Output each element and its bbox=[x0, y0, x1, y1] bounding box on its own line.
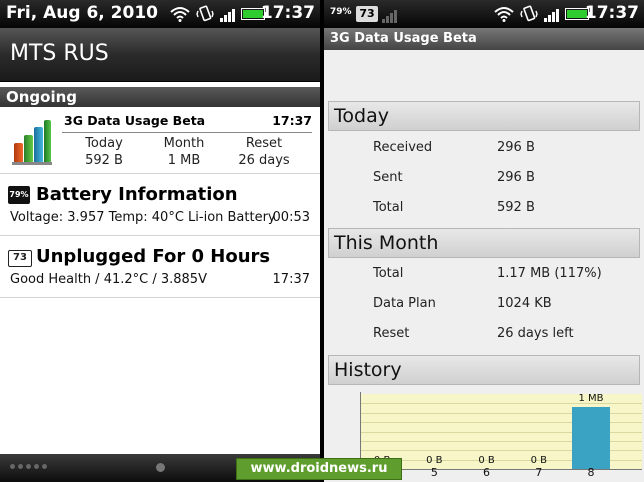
handle-dot-icon bbox=[156, 463, 165, 472]
grip-icon bbox=[10, 464, 47, 469]
divider bbox=[62, 132, 312, 133]
chart-bar bbox=[572, 406, 610, 469]
column-label: Today bbox=[85, 136, 123, 151]
bar-value-label: 0 B bbox=[530, 455, 547, 466]
battery-percent-icon: 79% bbox=[8, 186, 30, 204]
month-column: Month 1 MB bbox=[145, 135, 223, 169]
data-usage-time: 17:37 bbox=[272, 113, 312, 128]
month-row-data-plan: Data Plan 1024 KB bbox=[324, 288, 644, 318]
month-row-reset: Reset 26 days left bbox=[324, 318, 644, 348]
row-label: Reset bbox=[373, 326, 410, 341]
battery-level-icon: 73 bbox=[356, 6, 378, 22]
wifi-icon bbox=[170, 7, 190, 22]
row-value: 592 B bbox=[497, 200, 535, 215]
today-column: Today 592 B bbox=[65, 135, 143, 169]
status-time: 17:37 bbox=[260, 3, 315, 23]
unplugged-notification[interactable]: 73 Unplugged For 0 Hours Good Health / 4… bbox=[0, 236, 320, 298]
column-label: Reset bbox=[245, 136, 283, 151]
month-row-total: Total 1.17 MB (117%) bbox=[324, 258, 644, 288]
data-usage-title: 3G Data Usage Beta bbox=[64, 113, 206, 128]
column-value: 592 B bbox=[85, 153, 123, 168]
row-value: 26 days left bbox=[497, 326, 574, 341]
row-label: Data Plan bbox=[373, 296, 436, 311]
data-usage-app-screen: 79% 73 17:37 3G Data Usage Beta Today Re… bbox=[324, 0, 644, 482]
wifi-icon bbox=[494, 7, 514, 22]
battery-notification[interactable]: 79% Battery Information Voltage: 3.957 T… bbox=[0, 174, 320, 236]
row-value: 296 B bbox=[497, 140, 535, 155]
signal-icon bbox=[220, 6, 235, 22]
row-value: 1024 KB bbox=[497, 296, 552, 311]
data-usage-app-icon bbox=[12, 119, 52, 165]
status-time: 17:37 bbox=[584, 3, 639, 23]
carrier-title-bar: MTS RUS bbox=[0, 28, 320, 82]
row-label: Total bbox=[373, 266, 404, 281]
bar-value-label: 1 MB bbox=[578, 392, 604, 404]
row-value: 296 B bbox=[497, 170, 535, 185]
status-bar[interactable]: Fri, Aug 6, 2010 17:37 bbox=[0, 0, 320, 28]
row-label: Received bbox=[373, 140, 433, 155]
history-header: History bbox=[328, 355, 640, 385]
grid-line bbox=[360, 403, 642, 405]
today-row-total: Total 592 B bbox=[324, 192, 644, 222]
row-label: Total bbox=[373, 200, 404, 215]
signal-icon bbox=[544, 6, 559, 22]
today-header: Today bbox=[328, 101, 640, 131]
column-value: 26 days bbox=[238, 153, 290, 168]
battery-time: 00:53 bbox=[272, 210, 310, 225]
x-tick-label: 8 bbox=[587, 466, 595, 479]
inactive-signal-icon bbox=[382, 7, 397, 23]
bar-value-label: 0 B bbox=[478, 455, 495, 466]
unplugged-title: Unplugged For 0 Hours bbox=[36, 246, 271, 267]
app-title: 3G Data Usage Beta bbox=[324, 28, 644, 50]
ongoing-header: Ongoing bbox=[0, 87, 320, 107]
battery-title: Battery Information bbox=[36, 184, 238, 205]
column-label: Month bbox=[163, 136, 205, 151]
today-row-sent: Sent 296 B bbox=[324, 162, 644, 192]
battery-level-icon: 73 bbox=[8, 250, 32, 267]
bar-value-label: 0 B bbox=[426, 455, 443, 466]
row-label: Sent bbox=[373, 170, 403, 185]
reset-column: Reset 26 days bbox=[225, 135, 303, 169]
data-usage-notification[interactable]: 3G Data Usage Beta 17:37 Today 592 B Mon… bbox=[0, 107, 320, 174]
unplugged-subtitle: Good Health / 41.2°C / 3.885V bbox=[10, 272, 207, 287]
vibrate-icon bbox=[196, 5, 214, 22]
status-bar[interactable]: 79% 73 17:37 bbox=[324, 0, 644, 28]
row-value: 1.17 MB (117%) bbox=[497, 266, 602, 281]
unplugged-time: 17:37 bbox=[272, 272, 310, 287]
battery-subtitle: Voltage: 3.957 Temp: 40°C Li-ion Battery bbox=[10, 210, 276, 225]
month-header: This Month bbox=[328, 228, 640, 258]
x-tick-label: 5 bbox=[430, 466, 438, 479]
carrier-name: MTS RUS bbox=[10, 41, 109, 66]
column-value: 1 MB bbox=[167, 153, 201, 168]
vibrate-icon bbox=[520, 5, 538, 22]
x-tick-label: 6 bbox=[483, 466, 491, 479]
watermark: www.droidnews.ru bbox=[236, 458, 402, 480]
today-row-received: Received 296 B bbox=[324, 132, 644, 162]
notification-screen: Fri, Aug 6, 2010 17:37 MTS RUS Ongoing 3… bbox=[0, 0, 320, 482]
battery-percent-icon: 79% bbox=[330, 7, 352, 17]
x-tick-label: 7 bbox=[535, 466, 543, 479]
status-date: Fri, Aug 6, 2010 bbox=[6, 3, 158, 23]
